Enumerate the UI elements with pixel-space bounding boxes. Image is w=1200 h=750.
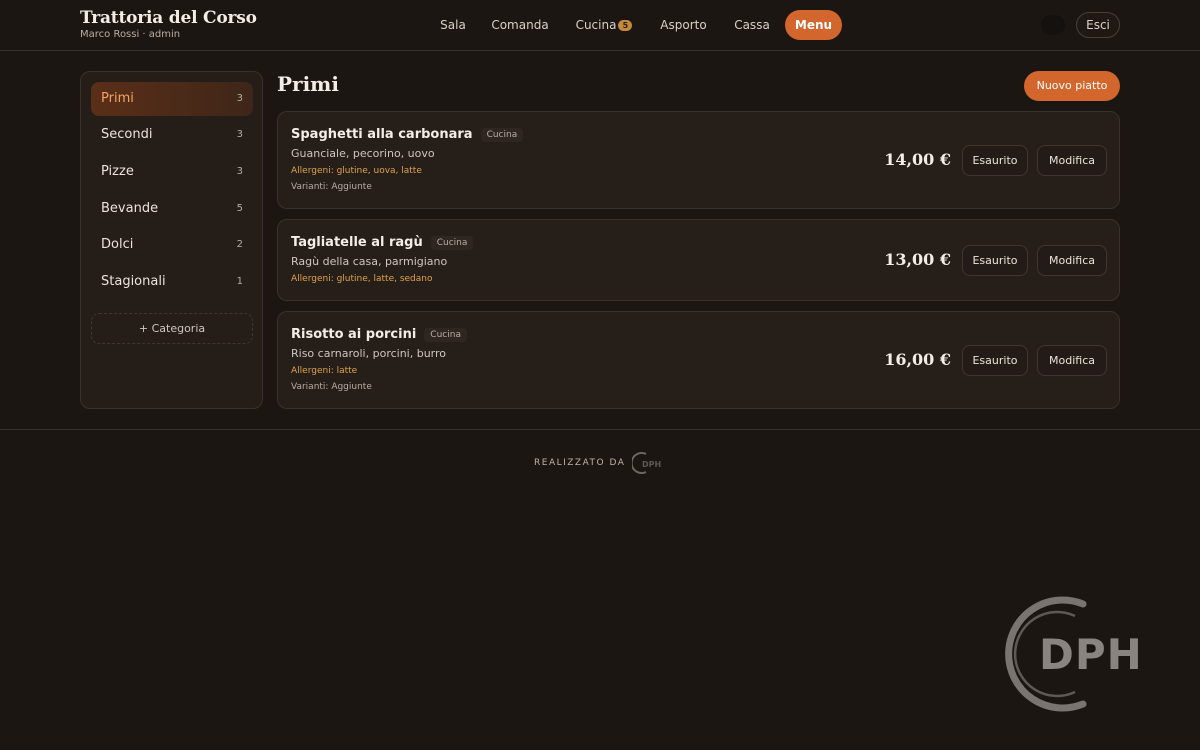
station-tag: Cucina xyxy=(430,236,474,250)
cucina-count-badge: 5 xyxy=(618,20,633,31)
theme-toggle[interactable] xyxy=(1041,15,1065,35)
dish-variants: Varianti: Aggiunte xyxy=(291,382,372,392)
category-count: 1 xyxy=(236,276,243,287)
nav-item-label: Sala xyxy=(440,18,466,32)
nav-item-label: Menu xyxy=(794,18,833,32)
category-label: Dolci xyxy=(101,237,134,252)
nav-item-cassa[interactable]: Cassa xyxy=(727,10,777,40)
category-item-secondi[interactable]: Secondi 3 xyxy=(91,118,253,152)
category-item-primi[interactable]: Primi 3 xyxy=(91,82,253,116)
dish-name-text: Spaghetti alla carbonara xyxy=(291,127,473,142)
nav-item-label: Cassa xyxy=(734,18,770,32)
category-item-bevande[interactable]: Bevande 5 xyxy=(91,192,253,226)
nav-item-label: Asporto xyxy=(660,18,707,32)
add-category-button[interactable]: + Categoria xyxy=(91,313,253,344)
edit-button[interactable]: Modifica xyxy=(1037,245,1107,276)
page-title: Primi xyxy=(277,72,339,96)
sold-out-button[interactable]: Esaurito xyxy=(962,245,1028,276)
new-dish-button[interactable]: Nuovo piatto xyxy=(1024,71,1120,101)
dish-allergens: Allergeni: glutine, latte, sedano xyxy=(291,274,433,284)
nav-item-cucina[interactable]: Cucina 5 xyxy=(566,10,642,40)
nav-item-label: Cucina xyxy=(575,18,617,32)
nav-item-comanda[interactable]: Comanda xyxy=(485,10,555,40)
dph-logo-icon[interactable]: DPH xyxy=(632,452,670,474)
category-label: Bevande xyxy=(101,201,159,216)
dish-name: Tagliatelle al ragù Cucina xyxy=(291,235,474,250)
category-label: Primi xyxy=(101,91,134,106)
category-label: Secondi xyxy=(101,127,153,142)
category-label: Stagionali xyxy=(101,274,166,289)
category-count: 5 xyxy=(236,203,243,214)
category-item-stagionali[interactable]: Stagionali 1 xyxy=(91,265,253,299)
dish-card: Spaghetti alla carbonara Cucina Guanciale… xyxy=(277,111,1120,209)
nav-item-asporto[interactable]: Asporto xyxy=(652,10,715,40)
logout-button[interactable]: Esci xyxy=(1076,12,1120,38)
category-sidebar: Primi 3 Secondi 3 Pizze 3 Bevande 5 Dolc… xyxy=(80,71,263,409)
main-nav: Sala Comanda Cucina 5 Asporto Cassa Menu xyxy=(0,10,1200,40)
dish-name-text: Risotto ai porcini xyxy=(291,327,417,342)
dish-name: Spaghetti alla carbonara Cucina xyxy=(291,127,524,142)
dish-name: Risotto ai porcini Cucina xyxy=(291,327,467,342)
category-item-dolci[interactable]: Dolci 2 xyxy=(91,228,253,262)
category-count: 3 xyxy=(236,129,243,140)
dish-allergens: Allergeni: glutine, uova, latte xyxy=(291,166,422,176)
nav-item-menu[interactable]: Menu xyxy=(785,10,842,40)
dish-description: Riso carnaroli, porcini, burro xyxy=(291,347,447,360)
station-tag: Cucina xyxy=(480,128,524,142)
footer-divider xyxy=(0,429,1200,430)
category-label: Pizze xyxy=(101,164,134,179)
category-count: 3 xyxy=(236,93,243,104)
nav-item-sala[interactable]: Sala xyxy=(429,10,477,40)
category-count: 3 xyxy=(236,166,243,177)
edit-button[interactable]: Modifica xyxy=(1037,345,1107,376)
dph-watermark-icon: DPH xyxy=(1005,596,1143,712)
sold-out-button[interactable]: Esaurito xyxy=(962,145,1028,176)
dish-allergens: Allergeni: latte xyxy=(291,366,358,376)
category-count: 2 xyxy=(236,239,243,250)
footer-credit: REALIZZATO DA xyxy=(534,458,626,468)
nav-item-label: Comanda xyxy=(491,18,549,32)
top-bar: Trattoria del Corso Marco Rossi · admin … xyxy=(0,0,1200,51)
dish-variants: Varianti: Aggiunte xyxy=(291,182,372,192)
dish-price: 13,00 € xyxy=(884,250,951,269)
edit-button[interactable]: Modifica xyxy=(1037,145,1107,176)
watermark-text: DPH xyxy=(1039,630,1143,679)
sold-out-button[interactable]: Esaurito xyxy=(962,345,1028,376)
dish-description: Guanciale, pecorino, uovo xyxy=(291,147,435,160)
dish-name-text: Tagliatelle al ragù xyxy=(291,235,423,250)
category-item-pizze[interactable]: Pizze 3 xyxy=(91,155,253,189)
dish-price: 16,00 € xyxy=(884,350,951,369)
footer-logo-text: DPH xyxy=(642,460,661,469)
dish-price: 14,00 € xyxy=(884,150,951,169)
dish-card: Tagliatelle al ragù Cucina Ragù della cas… xyxy=(277,219,1120,301)
dish-description: Ragù della casa, parmigiano xyxy=(291,255,448,268)
station-tag: Cucina xyxy=(424,328,467,342)
dish-card: Risotto ai porcini Cucina Riso carnaroli,… xyxy=(277,311,1120,409)
